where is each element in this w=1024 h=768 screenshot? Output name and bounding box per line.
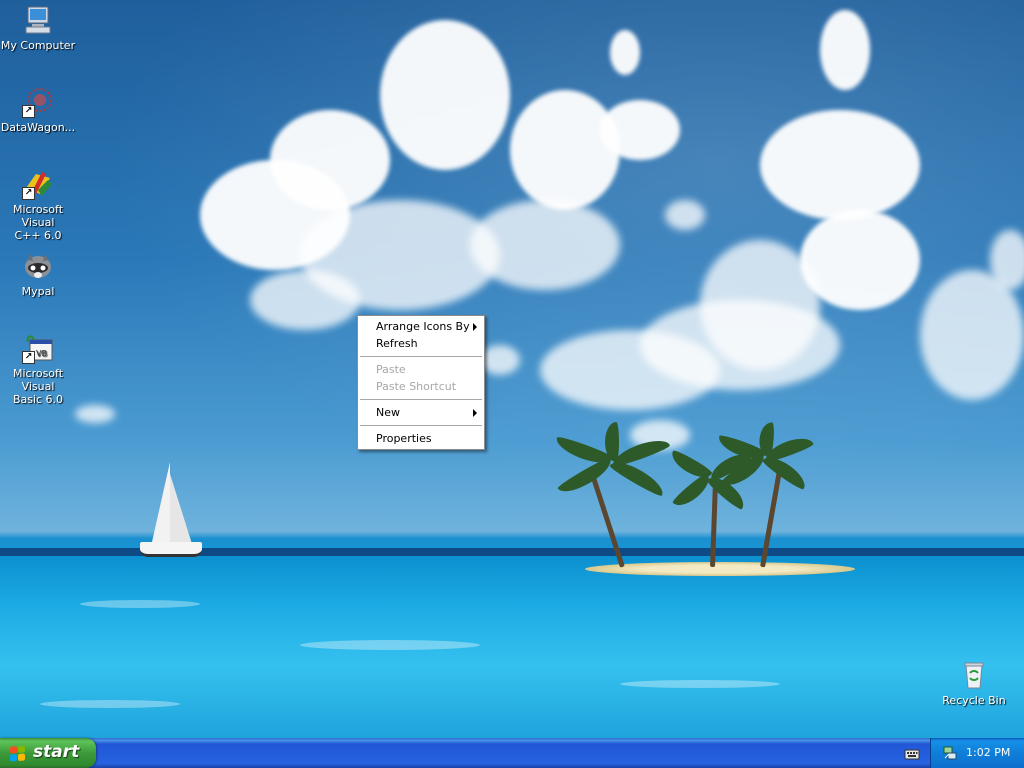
menu-separator xyxy=(360,356,482,357)
menu-item-paste-shortcut: Paste Shortcut xyxy=(358,378,484,395)
svg-text:VB: VB xyxy=(36,349,47,358)
menu-item-label: New xyxy=(376,406,400,419)
visual-cpp-icon: ↗ xyxy=(22,168,54,200)
windows-logo-icon xyxy=(10,745,26,762)
menu-item-label: Arrange Icons By xyxy=(376,320,470,333)
desktop-icon-visual-cpp[interactable]: ↗ Microsoft Visual C++ 6.0 xyxy=(0,168,80,242)
datawagon-icon: ↗ xyxy=(22,86,54,118)
sailboat-hull xyxy=(140,542,202,557)
visual-basic-icon: VB ↗ xyxy=(22,332,54,364)
cloud xyxy=(470,200,620,290)
submenu-arrow-icon xyxy=(473,409,477,417)
sailboat-sail xyxy=(152,462,170,542)
sea-highlight xyxy=(80,600,200,608)
cloud xyxy=(380,20,510,170)
cloud xyxy=(75,405,115,423)
desktop-icon-datawagon[interactable]: ↗ DataWagon... xyxy=(0,86,80,134)
menu-separator xyxy=(360,425,482,426)
desktop-icon-label: DataWagon... xyxy=(0,121,76,134)
desktop-icon-mypal[interactable]: Mypal xyxy=(0,250,80,298)
my-computer-icon xyxy=(22,4,54,36)
desktop-icon-label: My Computer xyxy=(0,39,76,52)
network-icon[interactable] xyxy=(942,745,958,761)
cloud xyxy=(510,90,620,210)
desktop-icon-label: Microsoft Visual xyxy=(12,203,64,229)
cloud xyxy=(665,200,705,230)
keyboard-icon[interactable] xyxy=(904,746,920,762)
taskbar[interactable]: start 1:02 PM xyxy=(0,738,1024,768)
sea-highlight xyxy=(300,640,480,650)
desktop[interactable]: My Computer ↗ DataWagon... ↗ Microsoft V… xyxy=(0,0,1024,738)
menu-item-arrange-icons-by[interactable]: Arrange Icons By xyxy=(358,318,484,335)
menu-separator xyxy=(360,399,482,400)
menu-item-label: Refresh xyxy=(376,337,418,350)
menu-item-refresh[interactable]: Refresh xyxy=(358,335,484,352)
sailboat-sail xyxy=(170,474,192,544)
cloud xyxy=(480,345,520,375)
cloud xyxy=(600,100,680,160)
submenu-arrow-icon xyxy=(473,323,477,331)
recycle-bin-icon xyxy=(958,659,990,691)
cloud xyxy=(760,110,920,220)
menu-item-paste: Paste xyxy=(358,361,484,378)
cloud xyxy=(640,300,840,390)
desktop-context-menu: Arrange Icons By Refresh Paste Paste Sho… xyxy=(357,315,485,450)
desktop-icon-label: Mypal xyxy=(21,285,55,298)
desktop-icon-recycle-bin[interactable]: Recycle Bin xyxy=(932,659,1016,707)
desktop-icon-label: Recycle Bin xyxy=(942,694,1006,707)
menu-item-properties[interactable]: Properties xyxy=(358,430,484,447)
shortcut-arrow-icon: ↗ xyxy=(22,351,35,364)
sea-highlight xyxy=(620,680,780,688)
desktop-icon-label: C++ 6.0 xyxy=(14,229,62,242)
menu-item-new[interactable]: New xyxy=(358,404,484,421)
sea-highlight xyxy=(40,700,180,708)
desktop-icon-label: Microsoft Visual xyxy=(12,367,64,393)
cloud xyxy=(990,230,1024,290)
menu-item-label: Properties xyxy=(376,432,432,445)
cloud xyxy=(250,270,360,330)
cloud xyxy=(610,30,640,75)
cloud xyxy=(270,110,390,210)
desktop-icon-label: Basic 6.0 xyxy=(12,393,64,406)
clock[interactable]: 1:02 PM xyxy=(966,746,1010,759)
shortcut-arrow-icon: ↗ xyxy=(22,187,35,200)
cloud xyxy=(820,10,870,90)
menu-item-label: Paste xyxy=(376,363,406,376)
desktop-icon-my-computer[interactable]: My Computer xyxy=(0,4,80,52)
desktop-icon-visual-basic[interactable]: VB ↗ Microsoft Visual Basic 6.0 xyxy=(0,332,80,406)
start-button[interactable]: start xyxy=(0,738,96,768)
mypal-icon xyxy=(22,250,54,282)
sea xyxy=(0,556,1024,738)
start-label: start xyxy=(33,742,80,762)
shortcut-arrow-icon: ↗ xyxy=(22,105,35,118)
island xyxy=(585,562,855,576)
menu-item-label: Paste Shortcut xyxy=(376,380,457,393)
